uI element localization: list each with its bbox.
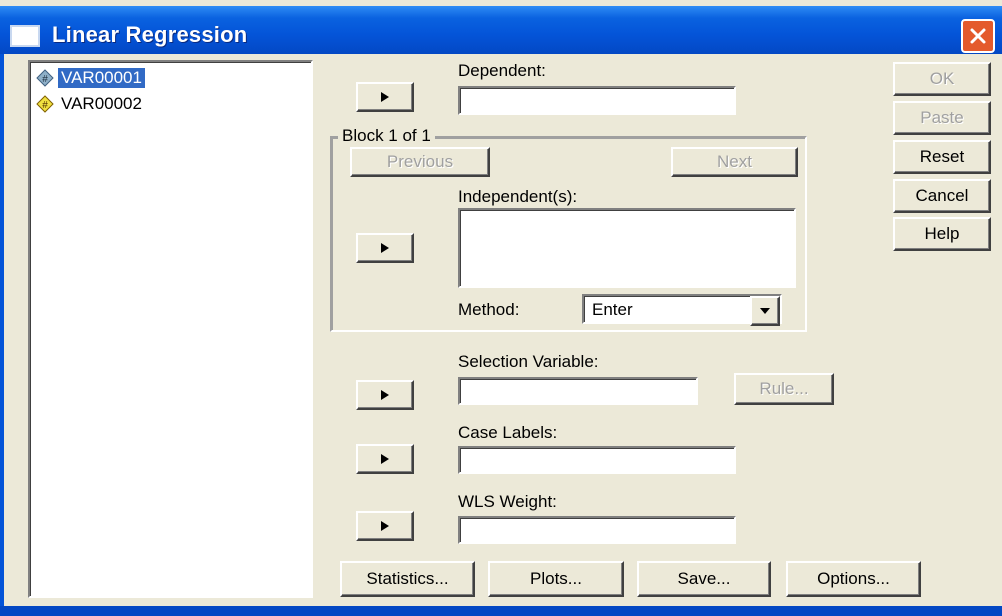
arrow-right-icon <box>381 521 389 531</box>
paste-button[interactable]: Paste <box>893 101 991 135</box>
arrow-right-icon <box>381 92 389 102</box>
dependent-field[interactable] <box>458 86 736 115</box>
wls-weight-field[interactable] <box>458 516 736 544</box>
save-button[interactable]: Save... <box>637 561 771 597</box>
move-to-selection-button[interactable] <box>356 380 414 410</box>
move-to-dependent-button[interactable] <box>356 82 414 112</box>
case-labels-label: Case Labels: <box>458 423 558 442</box>
move-to-independents-button[interactable] <box>356 233 414 263</box>
help-button[interactable]: Help <box>893 217 991 251</box>
rule-button[interactable]: Rule... <box>734 373 834 405</box>
arrow-right-icon <box>381 390 389 400</box>
block-legend: Block 1 of 1 <box>338 126 435 146</box>
numeric-scale-variable-icon: # <box>36 69 54 87</box>
selection-variable-label: Selection Variable: <box>458 352 599 371</box>
method-select[interactable]: Enter <box>582 294 782 326</box>
variable-name: VAR00001 <box>57 67 146 89</box>
previous-button[interactable]: Previous <box>350 147 490 177</box>
svg-text:#: # <box>42 100 48 111</box>
window-icon <box>10 25 40 47</box>
ok-button[interactable]: OK <box>893 62 991 96</box>
chevron-down-icon <box>760 308 770 314</box>
variable-list[interactable]: # VAR00001 # VAR00002 <box>28 60 313 598</box>
list-item[interactable]: # VAR00001 <box>36 67 146 89</box>
arrow-right-icon <box>381 454 389 464</box>
wls-weight-label: WLS Weight: <box>458 492 557 511</box>
method-dropdown-button[interactable] <box>750 296 780 326</box>
cancel-button[interactable]: Cancel <box>893 179 991 213</box>
svg-text:#: # <box>42 74 48 85</box>
statistics-button[interactable]: Statistics... <box>340 561 475 597</box>
method-value: Enter <box>592 300 633 319</box>
selection-variable-field[interactable] <box>458 377 698 405</box>
options-button[interactable]: Options... <box>786 561 921 597</box>
move-to-case-labels-button[interactable] <box>356 444 414 474</box>
numeric-variable-icon: # <box>36 95 54 113</box>
window-title: Linear Regression <box>52 22 248 47</box>
list-item[interactable]: # VAR00002 <box>36 93 145 115</box>
window-bottom-border <box>0 606 1002 616</box>
next-button[interactable]: Next <box>671 147 798 177</box>
independents-list[interactable] <box>458 208 796 288</box>
plots-button[interactable]: Plots... <box>488 561 624 597</box>
close-icon <box>970 28 986 44</box>
close-button[interactable] <box>961 19 995 53</box>
arrow-right-icon <box>381 243 389 253</box>
move-to-wls-weight-button[interactable] <box>356 511 414 541</box>
dependent-label: Dependent: <box>458 61 546 80</box>
title-bar[interactable]: Linear Regression <box>0 6 1002 54</box>
method-label: Method: <box>458 300 520 319</box>
reset-button[interactable]: Reset <box>893 140 991 174</box>
variable-name: VAR00002 <box>61 94 142 113</box>
independents-label: Independent(s): <box>458 187 578 206</box>
case-labels-field[interactable] <box>458 446 736 474</box>
